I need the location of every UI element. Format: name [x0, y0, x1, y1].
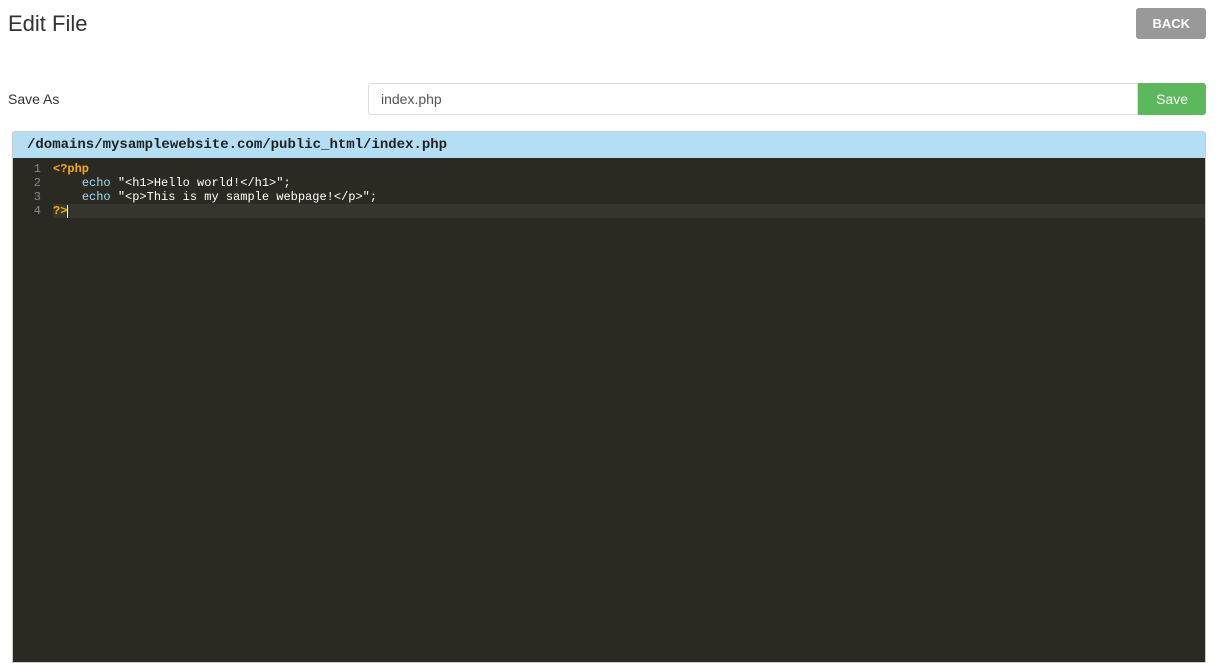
- code-token: [111, 176, 118, 190]
- code-token: [53, 176, 82, 190]
- code-token: <?php: [53, 162, 89, 176]
- code-line[interactable]: echo "<h1>Hello world!</h1>";: [53, 176, 1205, 190]
- text-cursor: [67, 205, 68, 218]
- back-button[interactable]: BACK: [1136, 8, 1206, 39]
- line-number-gutter: 1234: [13, 158, 47, 662]
- code-token: "<p>This is my sample webpage!</p>": [118, 190, 370, 204]
- save-button[interactable]: Save: [1138, 83, 1206, 115]
- header: Edit File BACK: [0, 0, 1218, 47]
- code-token: echo: [82, 176, 111, 190]
- line-number: 2: [17, 176, 41, 190]
- filename-input[interactable]: [368, 83, 1138, 115]
- code-line[interactable]: ?>: [53, 204, 1205, 218]
- file-path-bar: /domains/mysamplewebsite.com/public_html…: [13, 132, 1205, 158]
- code-token: ;: [283, 176, 290, 190]
- code-line[interactable]: echo "<p>This is my sample webpage!</p>"…: [53, 190, 1205, 204]
- line-number: 4: [17, 204, 41, 218]
- page-title: Edit File: [8, 11, 87, 37]
- line-number: 3: [17, 190, 41, 204]
- save-as-label: Save As: [8, 91, 368, 107]
- save-as-row: Save As Save: [0, 75, 1218, 123]
- code-area[interactable]: 1234 <?php echo "<h1>Hello world!</h1>";…: [13, 158, 1205, 662]
- code-token: [111, 190, 118, 204]
- line-number: 1: [17, 162, 41, 176]
- code-content[interactable]: <?php echo "<h1>Hello world!</h1>"; echo…: [47, 158, 1205, 662]
- code-line[interactable]: <?php: [53, 162, 1205, 176]
- editor-container: /domains/mysamplewebsite.com/public_html…: [12, 131, 1206, 663]
- code-token: "<h1>Hello world!</h1>": [118, 176, 284, 190]
- code-token: [53, 190, 82, 204]
- code-token: ;: [370, 190, 377, 204]
- code-token: ?>: [53, 204, 67, 218]
- code-token: echo: [82, 190, 111, 204]
